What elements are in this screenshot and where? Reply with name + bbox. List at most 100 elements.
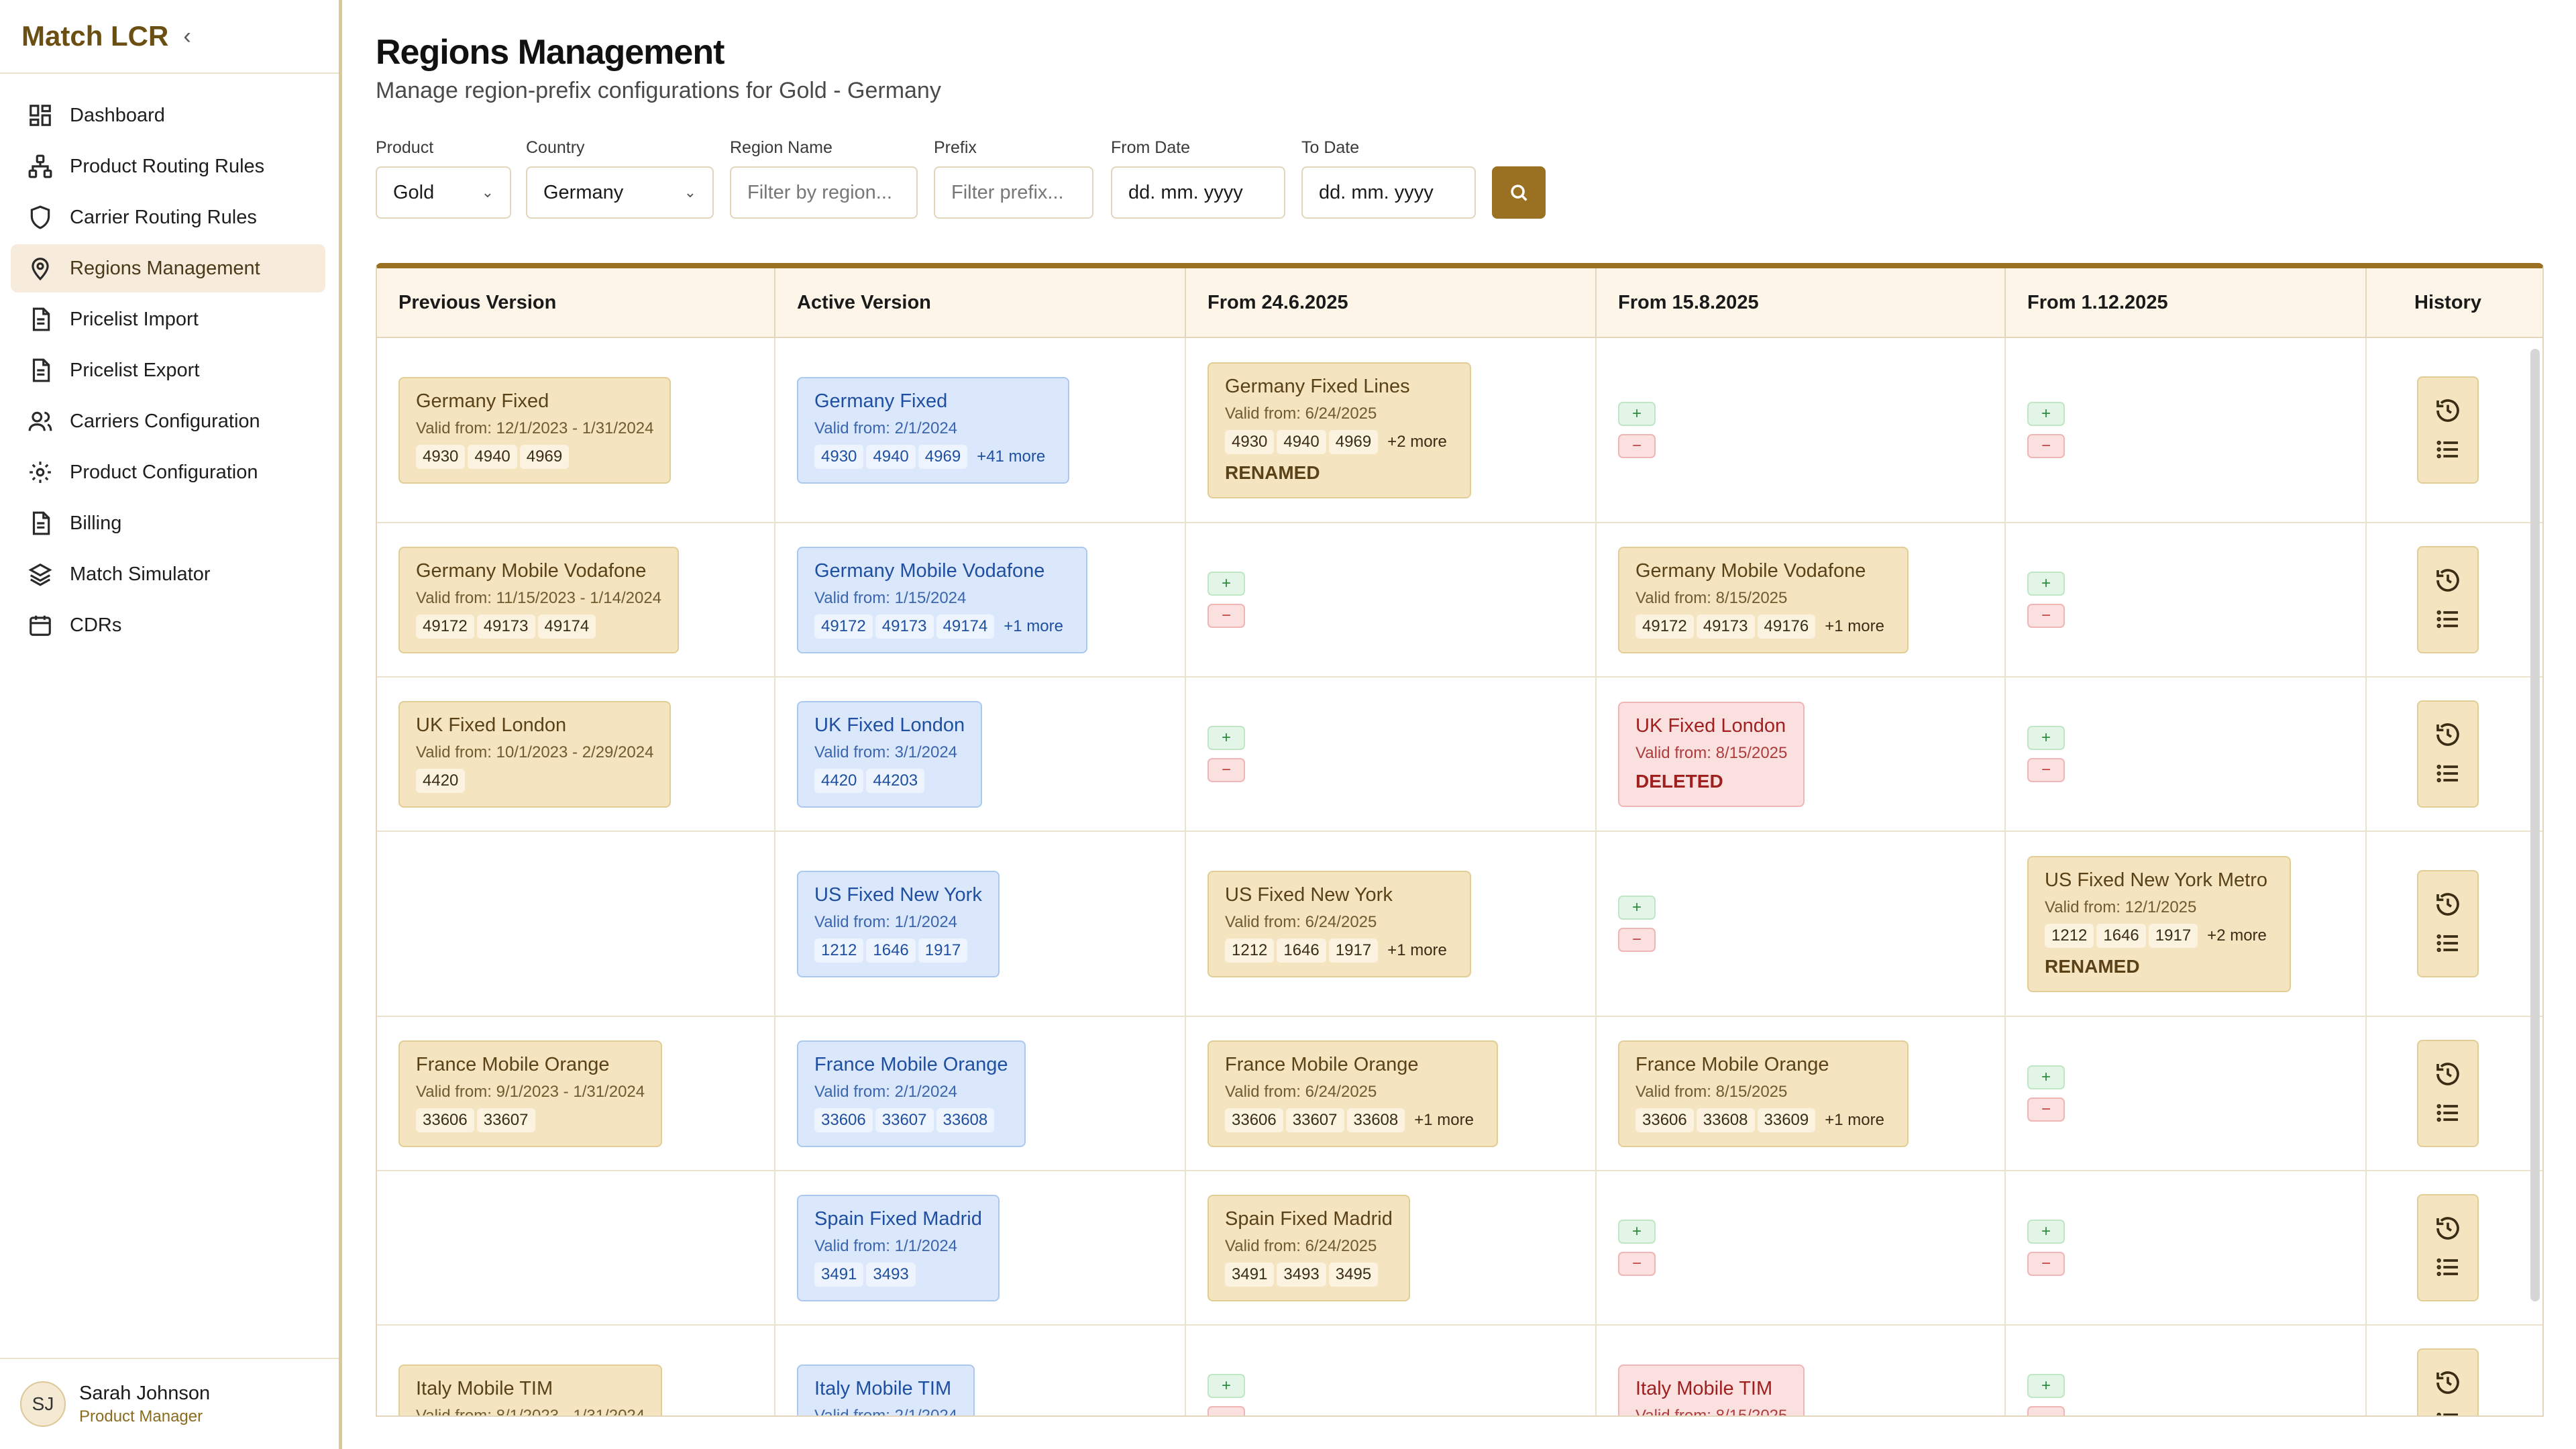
remove-button[interactable]: − xyxy=(2027,1252,2065,1276)
remove-button[interactable]: − xyxy=(1618,1252,1656,1276)
history-button[interactable] xyxy=(2417,376,2479,484)
region-card[interactable]: Germany Mobile Vodafone Valid from: 8/15… xyxy=(1618,546,1909,653)
prefix-chip: 1646 xyxy=(866,938,916,963)
add-button[interactable]: + xyxy=(1208,726,1245,750)
more-prefixes[interactable]: +1 more xyxy=(1381,938,1454,963)
list-icon xyxy=(2436,440,2458,459)
add-button[interactable]: + xyxy=(1618,402,1656,426)
remove-button[interactable]: − xyxy=(1208,758,1245,782)
region-card[interactable]: UK Fixed London Valid from: 10/1/2023 - … xyxy=(398,700,672,808)
history-button[interactable] xyxy=(2417,1040,2479,1147)
from-date-input[interactable]: dd. mm. yyyy xyxy=(1111,166,1285,219)
page-title: Regions Management xyxy=(376,33,724,72)
region-card[interactable]: Germany Mobile Vodafone Valid from: 1/15… xyxy=(797,546,1087,653)
history-button[interactable] xyxy=(2417,700,2479,808)
region-card[interactable]: UK Fixed London Valid from: 8/15/2025 DE… xyxy=(1618,701,1805,807)
prefix-chip: 1212 xyxy=(2045,923,2094,948)
sidebar-item-carrier-routing-rules[interactable]: Carrier Routing Rules xyxy=(11,193,325,241)
more-prefixes[interactable]: +41 more xyxy=(970,445,1052,469)
region-input[interactable]: Filter by region... xyxy=(730,166,918,219)
remove-button[interactable]: − xyxy=(2027,604,2065,628)
region-card[interactable]: US Fixed New York Valid from: 6/24/2025 … xyxy=(1208,870,1471,977)
add-button[interactable]: + xyxy=(2027,726,2065,750)
add-button[interactable]: + xyxy=(2027,1220,2065,1244)
sidebar-item-dashboard[interactable]: Dashboard xyxy=(11,91,325,140)
collapse-sidebar-icon[interactable]: ‹ xyxy=(183,23,191,50)
sidebar-item-product-configuration[interactable]: Product Configuration xyxy=(11,448,325,496)
sidebar-item-billing[interactable]: Billing xyxy=(11,499,325,547)
add-button[interactable]: + xyxy=(2027,1065,2065,1089)
region-card[interactable]: France Mobile Orange Valid from: 9/1/202… xyxy=(398,1040,663,1147)
region-card[interactable]: Italy Mobile TIM Valid from: 8/1/2023 - … xyxy=(398,1364,663,1415)
remove-button[interactable]: − xyxy=(1208,604,1245,628)
region-card[interactable]: Spain Fixed Madrid Valid from: 1/1/2024 … xyxy=(797,1194,1000,1301)
more-prefixes[interactable]: +1 more xyxy=(997,614,1070,639)
prefix-list: 33606 33607 33608 +1 more xyxy=(1225,1108,1481,1132)
more-prefixes[interactable]: +2 more xyxy=(2200,924,2273,948)
add-button[interactable]: + xyxy=(2027,402,2065,426)
table-row: Italy Mobile TIM Valid from: 8/1/2023 - … xyxy=(377,1326,2542,1415)
prefix-chip: 49172 xyxy=(814,614,873,639)
prefix-chip: 4940 xyxy=(866,444,916,469)
region-card[interactable]: Germany Fixed Lines Valid from: 6/24/202… xyxy=(1208,362,1471,498)
region-card[interactable]: France Mobile Orange Valid from: 2/1/202… xyxy=(797,1040,1026,1147)
region-card[interactable]: France Mobile Orange Valid from: 8/15/20… xyxy=(1618,1040,1909,1147)
add-remove-controls: + − xyxy=(2027,726,2065,782)
user-profile[interactable]: SJ Sarah Johnson Product Manager xyxy=(0,1358,339,1449)
add-button[interactable]: + xyxy=(1208,572,1245,596)
region-card[interactable]: Germany Fixed Valid from: 12/1/2023 - 1/… xyxy=(398,376,672,484)
more-prefixes[interactable]: +1 more xyxy=(1818,614,1891,639)
sidebar-item-match-simulator[interactable]: Match Simulator xyxy=(11,550,325,598)
to-date-input[interactable]: dd. mm. yyyy xyxy=(1301,166,1476,219)
history-button[interactable] xyxy=(2417,1348,2479,1415)
add-button[interactable]: + xyxy=(2027,572,2065,596)
region-card[interactable]: Germany Fixed Valid from: 2/1/2024 4930 4… xyxy=(797,376,1070,484)
country-select[interactable]: Germany ⌄ xyxy=(526,166,714,219)
remove-button[interactable]: − xyxy=(2027,758,2065,782)
history-button[interactable] xyxy=(2417,546,2479,653)
remove-button[interactable]: − xyxy=(1618,434,1656,458)
prefix-input[interactable]: Filter prefix... xyxy=(934,166,1093,219)
table-cell: + − xyxy=(1186,1326,1597,1415)
sidebar-item-label: Product Configuration xyxy=(70,461,258,483)
remove-button[interactable]: − xyxy=(1618,928,1656,952)
region-card[interactable]: US Fixed New York Metro Valid from: 12/1… xyxy=(2027,855,2291,992)
region-card[interactable]: Italy Mobile TIM Valid from: 2/1/2024 xyxy=(797,1364,975,1415)
remove-button[interactable]: − xyxy=(2027,434,2065,458)
add-button[interactable]: + xyxy=(1618,896,1656,920)
add-button[interactable]: + xyxy=(2027,1374,2065,1398)
history-button[interactable] xyxy=(2417,1194,2479,1301)
prefix-list: 3491 3493 3495 xyxy=(1225,1262,1393,1287)
dashboard-icon xyxy=(27,102,54,129)
sidebar-item-cdrs[interactable]: CDRs xyxy=(11,601,325,649)
remove-button[interactable]: − xyxy=(1208,1406,1245,1415)
prefix-chip: 4420 xyxy=(416,768,466,793)
prefix-list: 33606 33607 xyxy=(416,1108,645,1132)
more-prefixes[interactable]: +1 more xyxy=(1818,1108,1891,1132)
sidebar-item-pricelist-import[interactable]: Pricelist Import xyxy=(11,295,325,343)
region-card[interactable]: Spain Fixed Madrid Valid from: 6/24/2025… xyxy=(1208,1194,1410,1301)
region-card[interactable]: Germany Mobile Vodafone Valid from: 11/1… xyxy=(398,546,680,653)
region-card[interactable]: US Fixed New York Valid from: 1/1/2024 1… xyxy=(797,870,1000,977)
add-button[interactable]: + xyxy=(1208,1374,1245,1398)
sidebar-item-product-routing-rules[interactable]: Product Routing Rules xyxy=(11,142,325,191)
search-button[interactable] xyxy=(1492,166,1546,219)
add-button[interactable]: + xyxy=(1618,1220,1656,1244)
table-scrollbar[interactable] xyxy=(2530,349,2540,1301)
add-remove-controls: + − xyxy=(1618,1220,1656,1276)
sidebar-item-regions-management[interactable]: Regions Management xyxy=(11,244,325,292)
more-prefixes[interactable]: +1 more xyxy=(1407,1108,1481,1132)
more-prefixes[interactable]: +2 more xyxy=(1381,430,1454,454)
history-button[interactable] xyxy=(2417,870,2479,977)
sidebar: Match LCR ‹ Dashboard Product Routing Rul… xyxy=(0,0,342,1449)
sidebar-item-pricelist-export[interactable]: Pricelist Export xyxy=(11,346,325,394)
product-select[interactable]: Gold ⌄ xyxy=(376,166,511,219)
sidebar-item-label: Pricelist Import xyxy=(70,308,199,330)
region-card[interactable]: UK Fixed London Valid from: 3/1/2024 442… xyxy=(797,700,983,808)
remove-button[interactable]: − xyxy=(2027,1097,2065,1122)
sidebar-item-carriers-configuration[interactable]: Carriers Configuration xyxy=(11,397,325,445)
region-name: UK Fixed London xyxy=(814,714,965,736)
region-card[interactable]: Italy Mobile TIM Valid from: 8/15/2025 xyxy=(1618,1364,1805,1415)
remove-button[interactable]: − xyxy=(2027,1406,2065,1415)
region-card[interactable]: France Mobile Orange Valid from: 6/24/20… xyxy=(1208,1040,1498,1147)
